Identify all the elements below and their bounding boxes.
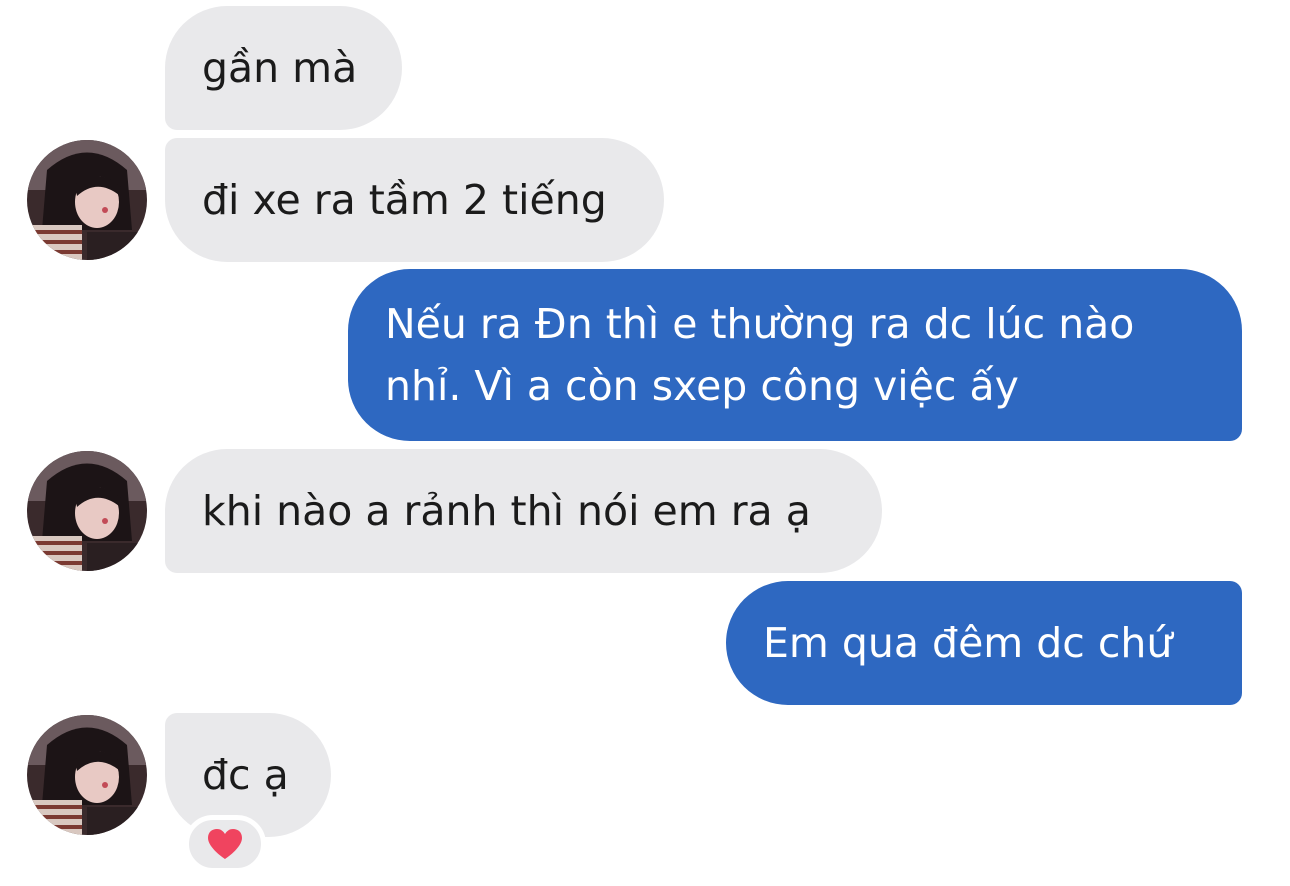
- contact-avatar[interactable]: [27, 451, 147, 571]
- message-text: Nếu ra Đn thì e thường ra dc lúc nào nhỉ…: [385, 300, 1135, 410]
- incoming-message-bubble[interactable]: đi xe ra tầm 2 tiếng: [165, 138, 664, 262]
- chat-thread: gần mà đi xe ra tầm 2 tiếng Nếu ra Đn th…: [0, 0, 1290, 886]
- outgoing-message-bubble[interactable]: Em qua đêm dc chứ: [726, 581, 1242, 705]
- incoming-message-bubble[interactable]: khi nào a rảnh thì nói em ra ạ: [165, 449, 882, 573]
- message-text: Em qua đêm dc chứ: [763, 619, 1173, 667]
- heart-icon: [208, 829, 242, 859]
- message-reaction[interactable]: [184, 815, 266, 873]
- message-text: khi nào a rảnh thì nói em ra ạ: [202, 487, 811, 535]
- message-text: gần mà: [202, 44, 358, 92]
- message-text: đi xe ra tầm 2 tiếng: [202, 176, 607, 224]
- contact-avatar[interactable]: [27, 140, 147, 260]
- incoming-message-bubble[interactable]: gần mà: [165, 6, 402, 130]
- contact-avatar[interactable]: [27, 715, 147, 835]
- message-text: đc ạ: [202, 751, 289, 799]
- outgoing-message-bubble[interactable]: Nếu ra Đn thì e thường ra dc lúc nào nhỉ…: [348, 269, 1242, 441]
